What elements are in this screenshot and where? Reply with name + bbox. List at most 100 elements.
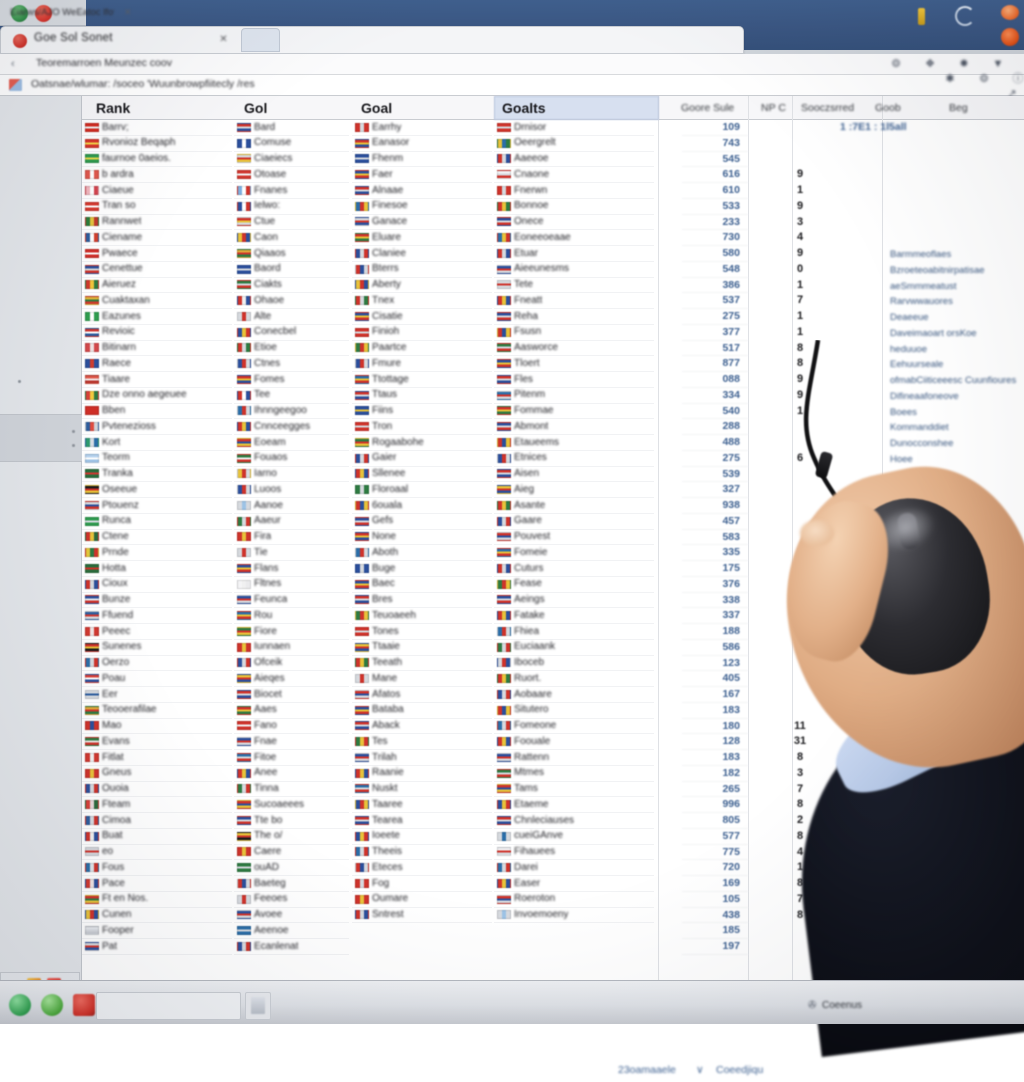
table-row[interactable]: Eer [82, 687, 232, 703]
table-row[interactable]: Feeoes [234, 892, 349, 908]
table-row[interactable]: Aieeunesms [494, 262, 654, 278]
table-row[interactable]: Iboceb [494, 656, 654, 672]
table-row[interactable]: Aaeeoe [494, 152, 654, 168]
table-row[interactable]: Rvonioz Beqaph [82, 136, 232, 152]
table-row[interactable]: Fiins [352, 404, 492, 420]
column-score[interactable]: 1097435456166105332337305805483865372753… [682, 120, 748, 955]
table-row[interactable]: Tloert [494, 356, 654, 372]
table-row[interactable]: Aanoe [234, 498, 349, 514]
browser-tab[interactable]: Goe Sol Sonet ✕ [0, 26, 744, 54]
table-row[interactable]: Ecanlenat [234, 939, 349, 955]
table-row[interactable]: Eoeam [234, 435, 349, 451]
table-row[interactable]: Cunen [82, 908, 232, 924]
table-row[interactable]: Alnaae [352, 183, 492, 199]
table-row[interactable]: Avoee [234, 908, 349, 924]
table-row[interactable]: Ft en Nos. [82, 892, 232, 908]
table-row[interactable]: Ctnes [234, 356, 349, 372]
table-row[interactable]: Aobaare [494, 687, 654, 703]
table-row[interactable]: Invoemoeny [494, 908, 654, 924]
table-link[interactable]: heduuoe [886, 342, 1024, 358]
table-row[interactable]: ouAD [234, 860, 349, 876]
table-row[interactable]: Claniee [352, 246, 492, 262]
table-row[interactable]: Ioeete [352, 829, 492, 845]
table-row[interactable]: cueiGAnve [494, 829, 654, 845]
column-header-8[interactable]: Beg [942, 96, 982, 120]
table-row[interactable]: Foouale [494, 734, 654, 750]
table-row[interactable]: Caere [234, 845, 349, 861]
table-row[interactable]: Floroaal [352, 482, 492, 498]
gear-icon[interactable]: ⚙ [978, 73, 990, 85]
table-row[interactable]: Darei [494, 860, 654, 876]
table-link[interactable]: Boees [886, 405, 1024, 421]
table-row[interactable]: eo [82, 845, 232, 861]
table-row[interactable]: b ardra [82, 167, 232, 183]
table-row[interactable]: Fhenm [352, 152, 492, 168]
table-row[interactable]: Caon [234, 230, 349, 246]
table-row[interactable]: Ielwo: [234, 199, 349, 215]
table-row[interactable]: Buge [352, 561, 492, 577]
asterisk-icon[interactable]: ✱ [944, 73, 956, 85]
table-row[interactable]: Kort [82, 435, 232, 451]
column-goal[interactable]: EarrhyEanasorFhenmFaerAlnaaeFinesoeGanac… [352, 120, 492, 923]
column-rank[interactable]: Barrv;Rvonioz Beqaphfaurnoe 0aeios.b ard… [82, 120, 232, 955]
table-row[interactable]: Aasworce [494, 341, 654, 357]
table-row[interactable]: Fitlat [82, 750, 232, 766]
table-row[interactable]: Feunca [234, 593, 349, 609]
pin-icon[interactable] [918, 8, 925, 25]
table-row[interactable]: Ruort. [494, 671, 654, 687]
table-row[interactable]: Chnleciauses [494, 813, 654, 829]
toolbar-icon-row-top[interactable]: ⚙ ❖ ✹ ▼ ❙ ∨ [890, 58, 1024, 70]
table-row[interactable]: Iunnaen [234, 640, 349, 656]
table-link[interactable]: Daveimaoart orsKoe [886, 326, 1024, 342]
table-row[interactable]: Situtero [494, 703, 654, 719]
table-row[interactable]: Mtmes [494, 766, 654, 782]
table-row[interactable]: Fnae [234, 734, 349, 750]
table-row[interactable]: Tiaare [82, 372, 232, 388]
table-row[interactable]: Hotta [82, 561, 232, 577]
table-row[interactable]: Dze onno aegeuee [82, 388, 232, 404]
table-row[interactable]: Baord [234, 262, 349, 278]
table-row[interactable]: Eanasor [352, 136, 492, 152]
table-row[interactable]: Aaes [234, 703, 349, 719]
chevron-down-icon[interactable]: ∨ [696, 1064, 704, 1076]
table-link[interactable]: Barmmeoflaes [886, 247, 1024, 263]
table-row[interactable]: Teeath [352, 656, 492, 672]
table-row[interactable]: Earrhy [352, 120, 492, 136]
table-row[interactable]: Conecbel [234, 325, 349, 341]
table-row[interactable]: Bataba [352, 703, 492, 719]
table-row[interactable]: Otoase [234, 167, 349, 183]
table-row[interactable]: Fous [82, 860, 232, 876]
table-row[interactable]: Tearea [352, 813, 492, 829]
table-row[interactable]: Ohaoe [234, 293, 349, 309]
table-row[interactable]: Comuse [234, 136, 349, 152]
table-row[interactable]: Aieg [494, 482, 654, 498]
taskbar-app-icon[interactable] [9, 994, 31, 1016]
table-row[interactable]: Fomes [234, 372, 349, 388]
table-row[interactable]: Fouaos [234, 451, 349, 467]
table-row[interactable]: Etioe [234, 341, 349, 357]
table-row[interactable]: Roeroton [494, 892, 654, 908]
table-link[interactable]: aeSmmmeatust [886, 279, 1024, 295]
table-row[interactable]: None [352, 530, 492, 546]
table-row[interactable]: Fooper [82, 923, 232, 939]
table-row[interactable]: Fano [234, 719, 349, 735]
table-row[interactable]: Fteam [82, 797, 232, 813]
table-row[interactable]: Cioux [82, 577, 232, 593]
table-row[interactable]: Tran so [82, 199, 232, 215]
table-row[interactable]: Sllenee [352, 467, 492, 483]
table-row[interactable]: Teuoaeeh [352, 608, 492, 624]
table-row[interactable]: Aback [352, 719, 492, 735]
table-row[interactable]: Eazunes [82, 309, 232, 325]
table-row[interactable]: Tte bo [234, 813, 349, 829]
table-row[interactable]: Etaeme [494, 797, 654, 813]
table-row[interactable]: Cnnceegges [234, 419, 349, 435]
table-row[interactable]: Fitoe [234, 750, 349, 766]
column-header-7[interactable]: Goob [868, 96, 920, 120]
table-row[interactable]: Tie [234, 545, 349, 561]
column-gol[interactable]: BardComuseCiaeiecsOtoaseFnanesIelwo:Ctue… [234, 120, 349, 955]
table-row[interactable]: Revioic [82, 325, 232, 341]
table-row[interactable]: Afatos [352, 687, 492, 703]
table-row[interactable]: Tams [494, 782, 654, 798]
gutter-selected-range[interactable] [0, 414, 82, 462]
table-row[interactable]: Bres [352, 593, 492, 609]
